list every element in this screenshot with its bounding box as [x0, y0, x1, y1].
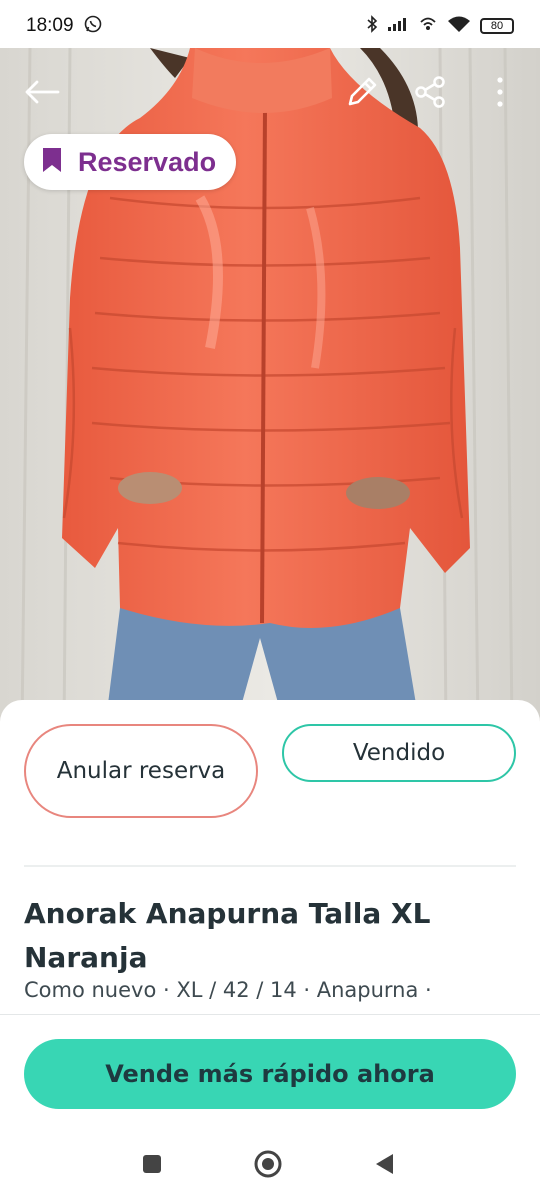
reserved-label: Reservado — [78, 146, 217, 177]
battery-icon: 80 — [480, 18, 514, 34]
item-title: Anorak Anapurna Talla XL Naranja — [24, 897, 431, 974]
square-icon — [141, 1153, 163, 1179]
home-button[interactable] — [250, 1148, 286, 1184]
share-icon — [413, 75, 447, 113]
bookmark-icon — [40, 146, 64, 178]
bottom-action-area: Vende más rápido ahora — [0, 1014, 540, 1131]
status-bar: 18:09 80 — [0, 0, 540, 52]
wifi-icon — [447, 15, 471, 37]
share-button[interactable] — [408, 72, 452, 116]
item-details-sheet: Anular reserva Vendido Anorak Anapurna T… — [0, 700, 540, 1016]
whatsapp-icon — [84, 15, 102, 37]
bluetooth-icon — [366, 15, 378, 37]
sell-faster-button[interactable]: Vende más rápido ahora — [24, 1039, 516, 1109]
status-time: 18:09 — [26, 15, 74, 36]
divider — [24, 865, 516, 867]
signal-icon — [387, 16, 409, 36]
home-circle-icon — [253, 1149, 283, 1183]
pencil-icon — [345, 75, 379, 113]
hotspot-icon — [418, 15, 438, 37]
mark-sold-button[interactable]: Vendido — [282, 724, 516, 782]
triangle-back-icon — [373, 1152, 395, 1180]
more-vertical-icon — [495, 75, 505, 113]
more-options-button[interactable] — [478, 72, 522, 116]
back-button[interactable] — [20, 72, 64, 116]
cancel-reservation-button[interactable]: Anular reserva — [24, 724, 258, 818]
recents-button[interactable] — [134, 1148, 170, 1184]
back-nav-button[interactable] — [366, 1148, 402, 1184]
item-details: Como nuevo · XL / 42 / 14 · Anapurna · — [24, 978, 432, 1002]
system-nav-bar — [0, 1130, 540, 1200]
arrow-left-icon — [24, 80, 60, 108]
reserved-badge: Reservado — [24, 134, 237, 190]
edit-button[interactable] — [340, 72, 384, 116]
